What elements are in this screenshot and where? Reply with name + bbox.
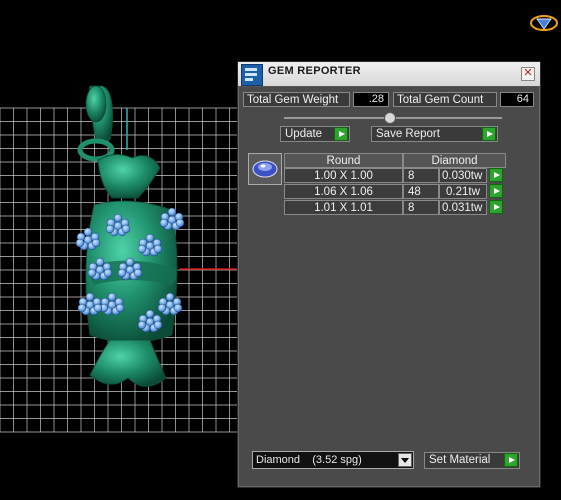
column-header-material: Diamond (403, 153, 506, 168)
save-report-button-label: Save Report (376, 128, 440, 140)
set-material-button-label: Set Material (429, 454, 491, 466)
total-gem-count-value: 64 (500, 92, 534, 107)
total-gem-weight-label: Total Gem Weight (243, 92, 350, 107)
panel-titlebar[interactable]: GEM REPORTER ✕ (238, 62, 540, 87)
gem-count-cell: 48 (403, 184, 439, 199)
gem-reporter-app-icon (241, 64, 263, 86)
gem-size-cell: 1.06 X 1.06 (284, 184, 403, 199)
update-button-label: Update (285, 128, 323, 140)
gem-size-cell: 1.00 X 1.00 (284, 168, 403, 183)
update-button[interactable]: Update (280, 126, 350, 142)
play-arrow-icon (482, 127, 496, 141)
material-select[interactable]: Diamond (3.52 spg) (252, 451, 414, 469)
row-detail-arrow-icon[interactable] (489, 200, 503, 214)
row-detail-arrow-icon[interactable] (489, 184, 503, 198)
pendant-model[interactable] (75, 85, 185, 387)
panel-title: GEM REPORTER (268, 65, 361, 77)
chevron-down-icon[interactable] (398, 453, 412, 467)
gem-weight-cell: 0.030tw (439, 168, 487, 183)
total-gem-weight-value: .28 (353, 92, 389, 107)
row-detail-arrow-icon[interactable] (489, 168, 503, 182)
set-material-button[interactable]: Set Material (424, 452, 520, 469)
play-arrow-icon (504, 453, 518, 467)
gem-count-cell: 8 (403, 200, 439, 215)
round-gem-icon[interactable] (248, 153, 282, 185)
gem-table: Round Diamond 1.00 X 1.00 8 0.030tw 1.06… (248, 153, 506, 219)
save-report-button[interactable]: Save Report (371, 126, 498, 142)
gem-size-cell: 1.01 X 1.01 (284, 200, 403, 215)
gem-reporter-panel: GEM REPORTER ✕ Total Gem Weight .28 Tota… (237, 61, 541, 488)
gem-weight-cell: 0.031tw (439, 200, 487, 215)
close-icon[interactable]: ✕ (521, 67, 535, 81)
gem-count-cell: 8 (403, 168, 439, 183)
slider-thumb[interactable] (384, 112, 396, 124)
material-select-value: Diamond (3.52 spg) (256, 454, 362, 466)
gem-logo-icon[interactable] (529, 11, 559, 35)
gem-weight-cell: 0.21tw (439, 184, 487, 199)
column-header-cut: Round (284, 153, 403, 168)
play-arrow-icon (334, 127, 348, 141)
total-gem-count-label: Total Gem Count (393, 92, 497, 107)
